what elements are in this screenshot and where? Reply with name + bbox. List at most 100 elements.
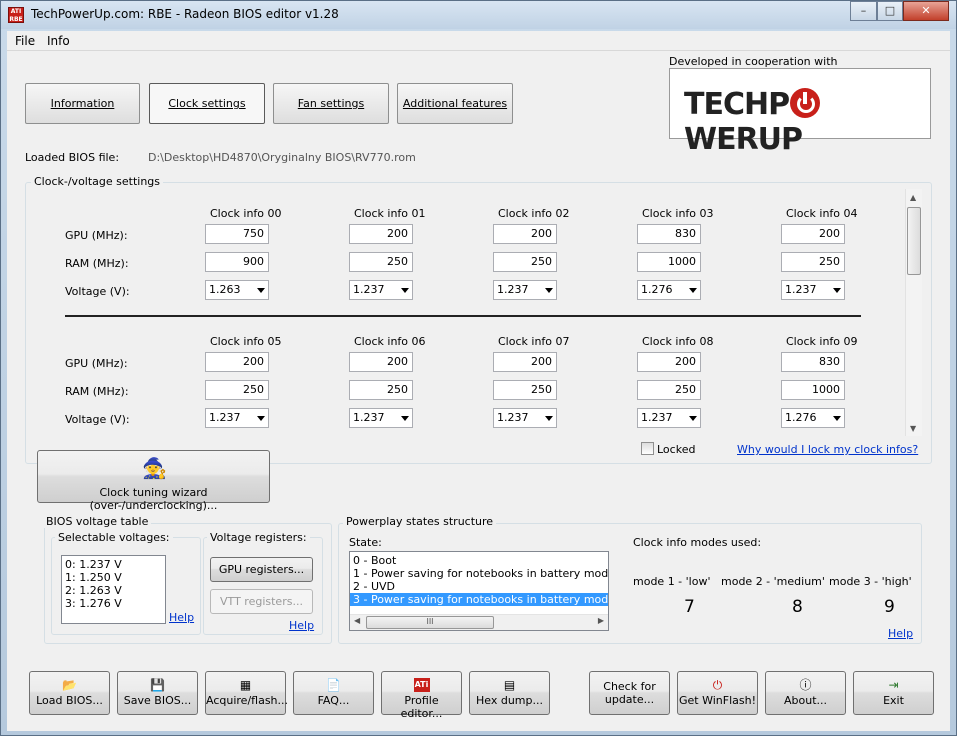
faq-button[interactable]: 📄 FAQ...	[293, 671, 374, 715]
clock-tuning-wizard-button[interactable]: 🧙 Clock tuning wizard (over-/underclocki…	[37, 450, 270, 512]
mode-3-label: mode 3 - 'high'	[829, 575, 912, 588]
voltage-list-item[interactable]: 2: 1.263 V	[62, 584, 165, 597]
voltage-select[interactable]: 1.237	[205, 408, 269, 428]
tab-additional-features-label: Additional features	[402, 97, 508, 110]
maximize-button[interactable]: □	[877, 1, 903, 21]
get-winflash-button[interactable]: ⏻ Get WinFlash!	[677, 671, 758, 715]
ati-rbe-app-icon[interactable]: ATI RBE	[8, 7, 24, 23]
dropdown-arrow-icon	[401, 288, 409, 293]
scroll-left-icon[interactable]: ◀	[354, 616, 360, 625]
tab-information-label: Information	[50, 97, 115, 110]
floppy-icon: 💾	[150, 678, 165, 692]
loaded-bios-label: Loaded BIOS file:	[25, 151, 120, 164]
gpu-clock-input[interactable]: 200	[493, 352, 557, 372]
ram-clock-input[interactable]: 250	[637, 380, 701, 400]
voltage-help-link[interactable]: Help	[169, 611, 194, 624]
ram-clock-input[interactable]: 1000	[637, 252, 701, 272]
tab-clock-settings[interactable]: Clock settings	[149, 83, 265, 124]
voltage-select[interactable]: 1.237	[349, 280, 413, 300]
locked-checkbox[interactable]	[641, 442, 654, 455]
gpu-clock-input[interactable]: 200	[637, 352, 701, 372]
logo-left-text: TECHP	[684, 87, 790, 122]
powerplay-state-item[interactable]: 0 - Boot	[350, 554, 608, 567]
exit-button[interactable]: ⇥ Exit	[853, 671, 934, 715]
state-list-hscrollbar[interactable]: ◀ III ▶	[350, 614, 608, 630]
close-button[interactable]: ✕	[903, 1, 949, 21]
ram-clock-input[interactable]: 250	[781, 252, 845, 272]
gpu-clock-input[interactable]: 200	[781, 224, 845, 244]
gpu-registers-button[interactable]: GPU registers...	[210, 557, 313, 582]
state-list-scroll-thumb[interactable]: III	[366, 616, 494, 629]
dropdown-arrow-icon	[257, 416, 265, 421]
ram-clock-input[interactable]: 250	[493, 252, 557, 272]
ram-clock-input[interactable]: 250	[349, 380, 413, 400]
about-button[interactable]: ⓘ About...	[765, 671, 846, 715]
scroll-up-icon[interactable]: ▲	[910, 193, 916, 202]
menu-file[interactable]: File	[15, 34, 35, 48]
powerplay-state-list[interactable]: 0 - Boot 1 - Power saving for notebooks i…	[349, 551, 609, 631]
check-for-update-button[interactable]: Check for update...	[589, 671, 670, 715]
powerplay-state-item[interactable]: 2 - UVD	[350, 580, 608, 593]
minimize-button[interactable]: –	[850, 1, 877, 21]
save-bios-button[interactable]: 💾 Save BIOS...	[117, 671, 198, 715]
techpowerup-logo[interactable]: TECHPWERUP	[669, 68, 931, 157]
voltage-row-label: Voltage (V):	[65, 285, 130, 298]
chip-icon: ▦	[239, 678, 252, 692]
clock-info-header: Clock info 00	[210, 207, 282, 220]
ram-row-label: RAM (MHz):	[65, 257, 129, 270]
ram-clock-input[interactable]: 250	[205, 380, 269, 400]
scroll-right-icon[interactable]: ▶	[598, 616, 604, 625]
voltage-list[interactable]: 0: 1.237 V 1: 1.250 V 2: 1.263 V 3: 1.27…	[61, 555, 166, 624]
mode-3-value: 9	[884, 597, 895, 617]
powerplay-state-item[interactable]: 1 - Power saving for notebooks in batter…	[350, 567, 608, 580]
load-bios-button[interactable]: 📂 Load BIOS...	[29, 671, 110, 715]
tab-information[interactable]: Information	[25, 83, 140, 124]
voltage-list-item[interactable]: 0: 1.237 V	[62, 558, 165, 571]
voltage-select[interactable]: 1.276	[781, 408, 845, 428]
voltage-select[interactable]: 1.237	[493, 408, 557, 428]
voltage-list-item[interactable]: 3: 1.276 V	[62, 597, 165, 610]
voltage-select[interactable]: 1.276	[637, 280, 701, 300]
voltage-select-value: 1.237	[497, 283, 529, 296]
clock-group-divider	[65, 315, 861, 317]
acquire-flash-button[interactable]: ▦ Acquire/flash...	[205, 671, 288, 715]
tab-additional-features[interactable]: Additional features	[397, 83, 513, 124]
registers-help-link[interactable]: Help	[289, 619, 314, 632]
ram-clock-input[interactable]: 250	[349, 252, 413, 272]
gpu-clock-input[interactable]: 830	[781, 352, 845, 372]
voltage-select[interactable]: 1.237	[349, 408, 413, 428]
gpu-row-label: GPU (MHz):	[65, 357, 128, 370]
clock-scrollbar[interactable]: ▲ ▼	[905, 189, 922, 436]
gpu-clock-input[interactable]: 200	[349, 352, 413, 372]
voltage-select[interactable]: 1.263	[205, 280, 269, 300]
check-for-update-label: Check for update...	[603, 680, 656, 706]
voltage-list-item[interactable]: 1: 1.250 V	[62, 571, 165, 584]
hex-dump-button[interactable]: ▤ Hex dump...	[469, 671, 550, 715]
lock-help-link[interactable]: Why would I lock my clock infos?	[737, 443, 918, 456]
ram-clock-input[interactable]: 250	[493, 380, 557, 400]
profile-editor-button[interactable]: ATi Profile editor...	[381, 671, 462, 720]
menu-info[interactable]: Info	[47, 34, 70, 48]
exit-icon: ⇥	[888, 678, 899, 692]
powerplay-state-item[interactable]: 3 - Power saving for notebooks in batter…	[350, 593, 608, 606]
gpu-clock-input[interactable]: 200	[493, 224, 557, 244]
ram-clock-input[interactable]: 1000	[781, 380, 845, 400]
gpu-clock-input[interactable]: 200	[349, 224, 413, 244]
tab-fan-settings[interactable]: Fan settings	[273, 83, 389, 124]
voltage-select[interactable]: 1.237	[493, 280, 557, 300]
powerplay-help-link[interactable]: Help	[888, 627, 913, 640]
dropdown-arrow-icon	[689, 288, 697, 293]
gpu-clock-input[interactable]: 750	[205, 224, 269, 244]
ram-clock-input[interactable]: 900	[205, 252, 269, 272]
clock-scroll-thumb[interactable]	[907, 207, 921, 275]
gpu-row-label: GPU (MHz):	[65, 229, 128, 242]
load-bios-label: Load BIOS...	[36, 694, 103, 707]
gpu-clock-input[interactable]: 200	[205, 352, 269, 372]
vtt-registers-button[interactable]: VTT registers...	[210, 589, 313, 614]
gpu-clock-input[interactable]: 830	[637, 224, 701, 244]
modes-used-label: Clock info modes used:	[633, 536, 762, 549]
voltage-select[interactable]: 1.237	[637, 408, 701, 428]
voltage-select[interactable]: 1.237	[781, 280, 845, 300]
folder-icon: 📂	[62, 678, 77, 692]
scroll-down-icon[interactable]: ▼	[910, 424, 916, 433]
